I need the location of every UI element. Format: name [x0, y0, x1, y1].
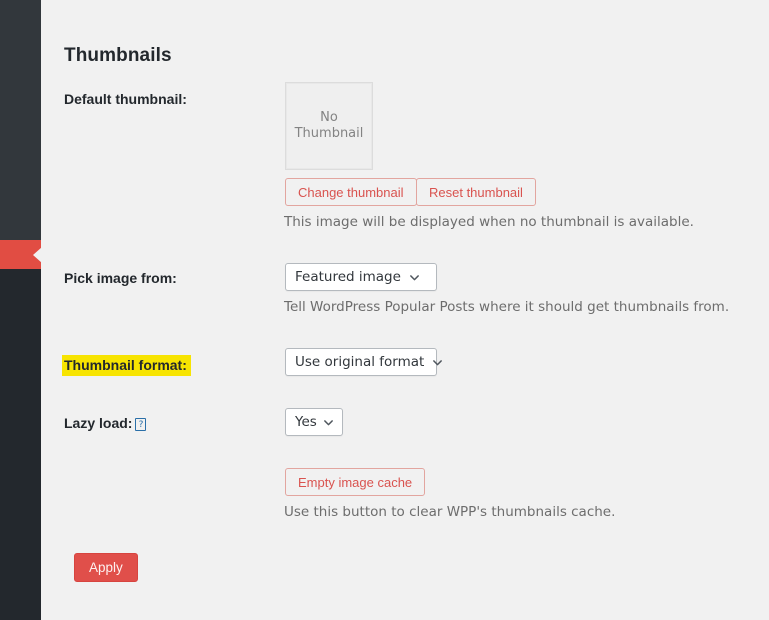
lazy-load-label-text: Lazy load: — [64, 415, 133, 431]
pick-image-from-select[interactable]: Featured image — [285, 263, 437, 291]
default-thumbnail-description: This image will be displayed when no thu… — [284, 214, 694, 230]
page-title: Thumbnails — [64, 44, 172, 66]
chevron-down-icon — [433, 359, 443, 365]
pick-image-from-label: Pick image from: — [64, 270, 177, 286]
thumbnail-placeholder-line1: No — [320, 110, 338, 125]
thumbnail-placeholder-line2: Thumbnail — [294, 126, 364, 141]
default-thumbnail-preview: No Thumbnail — [285, 82, 373, 170]
pick-image-from-value: Featured image — [295, 269, 401, 285]
sidebar-item-active[interactable] — [0, 240, 41, 269]
chevron-down-icon — [323, 419, 333, 425]
admin-sidebar: ar — [0, 0, 41, 620]
apply-button[interactable]: Apply — [74, 553, 138, 582]
change-thumbnail-button[interactable]: Change thumbnail — [285, 178, 417, 206]
lazy-load-label: Lazy load:? — [64, 415, 147, 431]
reset-thumbnail-button[interactable]: Reset thumbnail — [416, 178, 536, 206]
image-cache-description: Use this button to clear WPP's thumbnail… — [284, 504, 616, 520]
lazy-load-select[interactable]: Yes — [285, 408, 343, 436]
chevron-down-icon — [410, 274, 419, 280]
settings-content: Thumbnails Default thumbnail: No Thumbna… — [41, 0, 769, 620]
sidebar-upper-section — [0, 0, 41, 240]
help-question-icon[interactable]: ? — [135, 418, 147, 431]
thumbnail-format-select[interactable]: Use original format — [285, 348, 443, 376]
default-thumbnail-label: Default thumbnail: — [64, 91, 187, 107]
sidebar-active-arrow-icon — [33, 246, 41, 263]
pick-image-from-description: Tell WordPress Popular Posts where it sh… — [284, 299, 730, 315]
thumbnail-format-label: Thumbnail format: — [62, 355, 191, 376]
admin-page: ar Thumbnails Default thumbnail: No Thum… — [0, 0, 769, 620]
thumbnail-format-value: Use original format — [295, 354, 425, 370]
sidebar-lower-section: ar — [0, 269, 41, 620]
empty-image-cache-button[interactable]: Empty image cache — [285, 468, 426, 496]
lazy-load-value: Yes — [295, 414, 317, 430]
thumbnail-placeholder-text: No Thumbnail — [295, 110, 364, 142]
